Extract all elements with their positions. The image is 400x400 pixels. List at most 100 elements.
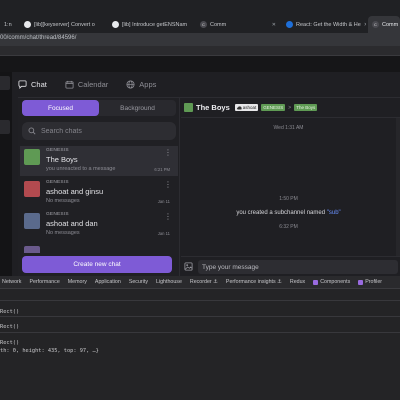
- thread-date: 6:21 PM: [154, 167, 170, 172]
- thread-avatar: [24, 181, 40, 197]
- thread-last-message: No messages: [46, 198, 80, 204]
- console-line: th: 0, height: 435, top: 97, …}: [0, 348, 99, 354]
- thread-list-item[interactable]: [20, 243, 178, 253]
- thread-last-message: No messages: [46, 230, 80, 236]
- thread-avatar: [24, 213, 40, 229]
- console-separator: [0, 332, 400, 333]
- chat-header: The Boys ashoat GENESIS > The Boys: [181, 98, 400, 118]
- tab-label: Comm: [382, 21, 399, 28]
- search-input[interactable]: [41, 127, 161, 135]
- thread-avatar: [24, 149, 40, 165]
- devtools-tab-performance[interactable]: Performance: [29, 279, 59, 285]
- thread-community: GENESIS: [46, 212, 69, 217]
- devtools-tab-security[interactable]: Security: [129, 279, 148, 285]
- thread-list-item[interactable]: GENESIS ashoat and dan No messages Jan 1…: [20, 210, 178, 240]
- background-toggle-button[interactable]: Background: [99, 100, 176, 116]
- more-options-icon[interactable]: ⋮: [164, 180, 172, 189]
- chat-pane: The Boys ashoat GENESIS > The Boys Wed 1…: [181, 98, 400, 276]
- system-message-text: you created a subchannel named: [236, 210, 327, 216]
- comm-app: Chat Calendar Apps Focused Background GE…: [0, 56, 400, 276]
- browser-tab[interactable]: 1:n: [0, 16, 20, 33]
- more-options-icon[interactable]: ⋮: [164, 212, 172, 221]
- devtools-tab-components[interactable]: Components: [313, 279, 350, 285]
- community-rail-item[interactable]: [0, 76, 10, 90]
- close-icon[interactable]: ✕: [364, 22, 366, 28]
- address-bar[interactable]: 00/comm/chat/thread/84596/: [0, 33, 400, 46]
- cloud-icon: [236, 105, 242, 109]
- tab-label: 1:n: [4, 21, 12, 28]
- thread-community: GENESIS: [46, 148, 69, 153]
- browser-tab-active[interactable]: C Comm: [368, 16, 400, 33]
- devtools-tab-profiler[interactable]: Profiler: [358, 279, 382, 285]
- thread-filter-toggle: Focused Background: [22, 100, 176, 116]
- thread-list-item[interactable]: GENESIS The Boys you unreacted to a mess…: [20, 146, 178, 176]
- breadcrumb-separator: >: [288, 104, 292, 111]
- focused-toggle-button[interactable]: Focused: [22, 100, 99, 116]
- bookmark-bar: [0, 46, 400, 56]
- console-line: Rect(): [0, 309, 20, 315]
- devtools-panel: Network Performance Memory Application S…: [0, 276, 400, 400]
- search-icon: [28, 127, 36, 135]
- tab-label: [lib] Introduce getENSNam: [122, 21, 188, 28]
- devtools-tab-lighthouse[interactable]: Lighthouse: [156, 279, 182, 285]
- comm-icon: C: [200, 21, 207, 28]
- browser-tab[interactable]: [lib] Introduce getENSNam: [108, 16, 196, 33]
- devtools-tab-recorder[interactable]: Recorder ⚓: [190, 279, 218, 285]
- console-output: Rect() Rect() Rect() th: 0, height: 435,…: [0, 290, 400, 400]
- message-composer: [181, 256, 400, 276]
- react-devtools-icon: [358, 279, 364, 285]
- browser-tab[interactable]: React: Get the Width & He ✕: [282, 16, 366, 33]
- devtools-tab-label: Components: [320, 279, 351, 285]
- devtools-tab-redux[interactable]: Redux: [290, 279, 305, 285]
- console-separator: [0, 316, 400, 317]
- devtools-tab-network[interactable]: Network: [2, 279, 21, 285]
- thread-last-message: you unreacted to a message: [46, 166, 116, 172]
- tab-label: React: Get the Width & He: [296, 21, 361, 28]
- tab-calendar[interactable]: Calendar: [65, 72, 108, 98]
- devtools-tab-label: Profiler: [365, 279, 383, 285]
- tab-chat[interactable]: Chat: [18, 72, 47, 98]
- tab-label: [lib][keyserver] Convert o: [34, 21, 95, 28]
- member-pill[interactable]: ashoat: [234, 104, 259, 111]
- calendar-icon: [65, 80, 74, 89]
- thread-avatar: [184, 103, 193, 112]
- tab-label: Apps: [139, 80, 157, 89]
- react-devtools-icon: [313, 279, 319, 285]
- create-new-chat-button[interactable]: Create new chat: [22, 256, 172, 273]
- github-icon: [24, 21, 31, 28]
- message-list: Wed 1:31 AM 1:50 PM you created a subcha…: [181, 118, 396, 256]
- chat-list-panel: Focused Background GENESIS The Boys you …: [18, 98, 180, 276]
- subchannel-link[interactable]: "sub": [327, 210, 341, 216]
- close-icon[interactable]: ✕: [272, 22, 276, 28]
- github-icon: [112, 21, 119, 28]
- devtools-tab-memory[interactable]: Memory: [68, 279, 87, 285]
- message-input[interactable]: [198, 260, 398, 274]
- browser-tab-bar: 1:n [lib][keyserver] Convert o [lib] Int…: [0, 0, 400, 33]
- react-icon: [286, 21, 293, 28]
- tab-label: Calendar: [77, 80, 109, 89]
- more-options-icon[interactable]: ⋮: [164, 148, 172, 157]
- devtools-tab-performance-insights[interactable]: Performance insights ⚓: [226, 279, 282, 285]
- thread-date: Jan 11: [157, 231, 170, 236]
- community-pill[interactable]: GENESIS: [261, 104, 286, 111]
- browser-tab[interactable]: C Comm ✕: [196, 16, 280, 33]
- browser-tab[interactable]: [lib][keyserver] Convert o: [20, 16, 108, 33]
- image-upload-icon[interactable]: [184, 262, 193, 271]
- message-timestamp: 1:50 PM: [279, 196, 298, 202]
- comm-icon: C: [372, 21, 379, 28]
- thread-name: ashoat and dan: [46, 219, 98, 228]
- chat-bubble-icon: [18, 80, 27, 89]
- message-timestamp: Wed 1:31 AM: [273, 125, 304, 131]
- url-text: 00/comm/chat/thread/84596/: [0, 35, 77, 41]
- community-rail: [0, 72, 12, 276]
- community-rail-item[interactable]: [0, 120, 10, 134]
- tab-apps[interactable]: Apps: [126, 72, 156, 98]
- message-scrollbar[interactable]: [396, 118, 400, 256]
- chat-search[interactable]: [22, 122, 176, 140]
- devtools-tab-bar: Network Performance Memory Application S…: [0, 276, 400, 289]
- devtools-tab-application[interactable]: Application: [95, 279, 121, 285]
- channel-pill[interactable]: The Boys: [294, 104, 318, 111]
- globe-icon: [126, 80, 135, 89]
- thread-list-item[interactable]: GENESIS ashoat and ginsu No messages Jan…: [20, 178, 178, 208]
- tab-label: Chat: [31, 80, 47, 89]
